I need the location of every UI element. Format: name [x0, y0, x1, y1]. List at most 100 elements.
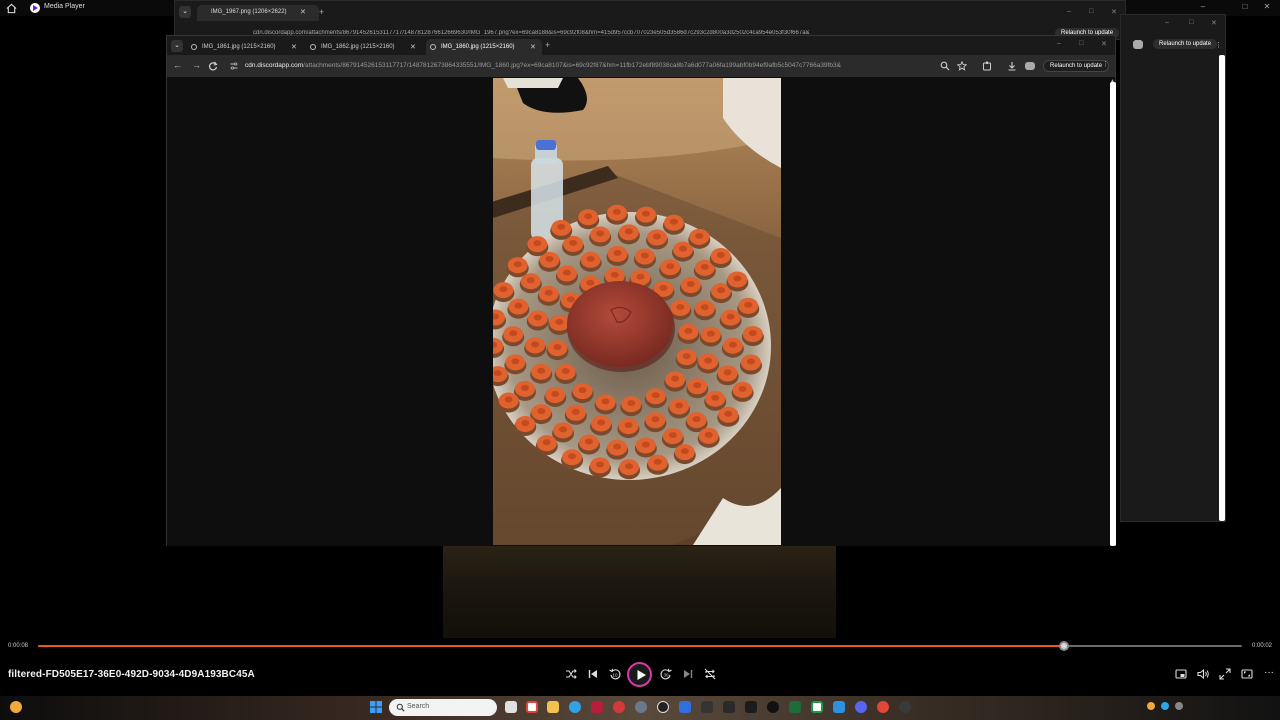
seek-bar-progress	[38, 645, 1064, 647]
maximize-icon[interactable]: □	[1089, 8, 1093, 15]
tab-img-1861[interactable]: IMG_1861.jpg (1215×2160) ✕	[187, 39, 305, 55]
search-placeholder: Search	[407, 703, 430, 710]
rewind-10-icon[interactable]: 10	[608, 667, 622, 681]
time-remaining: 0:00:02	[1252, 643, 1273, 649]
repeat-icon[interactable]	[703, 667, 717, 681]
media-player-icon[interactable]	[899, 701, 911, 713]
volume-icon[interactable]	[1196, 667, 1210, 681]
site-info-icon[interactable]	[230, 62, 238, 70]
app-icon-circle[interactable]	[767, 701, 779, 713]
maximize-icon[interactable]: □	[1189, 19, 1193, 26]
close-icon[interactable]: ✕	[1211, 19, 1217, 27]
maximize-icon[interactable]: □	[1079, 40, 1083, 47]
url-path: /attachments/867914526153117717/14878126…	[303, 62, 841, 69]
zoom-icon[interactable]	[940, 61, 950, 71]
app-icon-notes[interactable]	[833, 701, 845, 713]
new-tab-icon[interactable]: +	[319, 7, 324, 17]
taskbar-search[interactable]: Search	[389, 699, 497, 716]
minimize-icon[interactable]: –	[1196, 2, 1210, 11]
tab-title: IMG_1860.jpg (1215×2160)	[441, 44, 515, 50]
app-icon-red[interactable]	[613, 701, 625, 713]
minimize-icon[interactable]: –	[1067, 8, 1071, 15]
file-explorer-icon[interactable]	[547, 701, 559, 713]
weather-icon[interactable]	[10, 701, 22, 713]
menu-icon[interactable]: ⋮	[1215, 41, 1222, 49]
app-icon-terminal[interactable]	[701, 701, 713, 713]
tab-close-icon[interactable]: ✕	[530, 43, 536, 51]
photo-dessert-tray	[493, 78, 781, 545]
chrome-icon[interactable]	[526, 701, 538, 713]
tab-title: IMG_1862.jpg (1215×2160)	[321, 44, 395, 50]
browser-window-back[interactable]: ⌄ IMG_1967.png (1206×2622) ✕ + cdn.disco…	[174, 0, 1126, 40]
video-frame-bottom	[443, 546, 836, 638]
browser-window-right[interactable]: – □ ✕ Relaunch to update ⋮	[1120, 14, 1226, 522]
app-icon-dark[interactable]	[657, 701, 669, 713]
previous-icon[interactable]	[586, 667, 600, 681]
shuffle-icon[interactable]	[564, 667, 578, 681]
tab-img-1862[interactable]: IMG_1862.jpg (1215×2160) ✕	[306, 39, 424, 55]
relaunch-button[interactable]: Relaunch to update	[1153, 39, 1218, 49]
relaunch-button[interactable]: Relaunch to update	[1043, 60, 1110, 72]
extensions-icon[interactable]	[982, 61, 992, 71]
tab-close-icon[interactable]: ✕	[300, 8, 306, 16]
media-player-logo-play-icon	[33, 5, 38, 11]
tray-icon[interactable]	[1175, 702, 1183, 710]
close-icon[interactable]: ✕	[1111, 8, 1117, 16]
tab-search-icon[interactable]: ⌄	[171, 40, 183, 52]
seek-thumb[interactable]	[1058, 641, 1069, 651]
search-icon	[396, 703, 405, 712]
home-icon[interactable]	[6, 3, 17, 14]
settings-icon[interactable]	[635, 701, 647, 713]
app-title: Media Player	[44, 3, 85, 10]
close-icon[interactable]: ✕	[1260, 2, 1274, 11]
terminal-icon[interactable]	[789, 701, 801, 713]
tray-icon[interactable]	[1147, 702, 1155, 710]
more-icon[interactable]: ···	[1264, 667, 1274, 678]
miniplayer-icon[interactable]	[1174, 667, 1188, 681]
back-icon[interactable]: ←	[173, 60, 182, 70]
tab-close-icon[interactable]: ✕	[410, 43, 416, 51]
discord-icon[interactable]	[855, 701, 867, 713]
forward-30-icon[interactable]: 30	[659, 667, 673, 681]
scrollbar[interactable]	[1110, 82, 1116, 546]
scrollbar[interactable]	[1219, 55, 1225, 521]
app-icon-vscode[interactable]	[723, 701, 735, 713]
now-playing-title: filtered-FD505E17-36E0-492D-9034-4D9A193…	[8, 669, 255, 680]
profile-icon[interactable]	[1025, 62, 1035, 70]
next-icon[interactable]	[681, 667, 695, 681]
toolbar: ← → cdn.discordapp.com/attachments/86791…	[167, 55, 1115, 77]
svg-text:10: 10	[612, 673, 618, 678]
play-button[interactable]	[627, 662, 652, 687]
address-bar[interactable]: cdn.discordapp.com/attachments/867914526…	[245, 62, 885, 69]
reload-icon[interactable]	[208, 61, 218, 71]
tab-title: IMG_1967.png (1206×2622)	[211, 9, 287, 15]
url-host: cdn.discordapp.com	[245, 62, 304, 69]
edge-icon[interactable]	[569, 701, 581, 713]
tray-icon[interactable]	[1161, 702, 1169, 710]
tab-close-icon[interactable]: ✕	[291, 43, 297, 51]
maximize-icon[interactable]: □	[1238, 2, 1252, 11]
chrome-icon[interactable]	[811, 701, 823, 713]
minimize-icon[interactable]: –	[1165, 19, 1169, 26]
menu-icon[interactable]: ⋮	[1102, 60, 1109, 68]
bookmark-star-icon[interactable]	[957, 61, 967, 71]
task-view-icon[interactable]	[505, 701, 517, 713]
svg-text:30: 30	[663, 673, 669, 678]
close-icon[interactable]: ✕	[1101, 40, 1107, 48]
adobe-icon[interactable]	[591, 701, 603, 713]
tab-img-1860[interactable]: IMG_1860.jpg (1215×2160) ✕	[426, 39, 542, 55]
forward-icon[interactable]: →	[192, 60, 201, 70]
start-icon[interactable]	[370, 701, 382, 713]
download-icon[interactable]	[1007, 61, 1017, 71]
tab-search-icon[interactable]: ⌄	[179, 6, 191, 18]
app-icon-orange[interactable]	[877, 701, 889, 713]
app-icon-blue[interactable]	[679, 701, 691, 713]
aspect-ratio-icon[interactable]	[1240, 667, 1254, 681]
minimize-icon[interactable]: –	[1057, 40, 1061, 47]
fullscreen-icon[interactable]	[1218, 667, 1232, 681]
new-tab-icon[interactable]: +	[545, 40, 550, 50]
profile-icon[interactable]	[1133, 40, 1143, 49]
globe-icon	[310, 44, 316, 50]
capcut-icon[interactable]	[745, 701, 757, 713]
time-elapsed: 0:00:08	[8, 643, 29, 649]
